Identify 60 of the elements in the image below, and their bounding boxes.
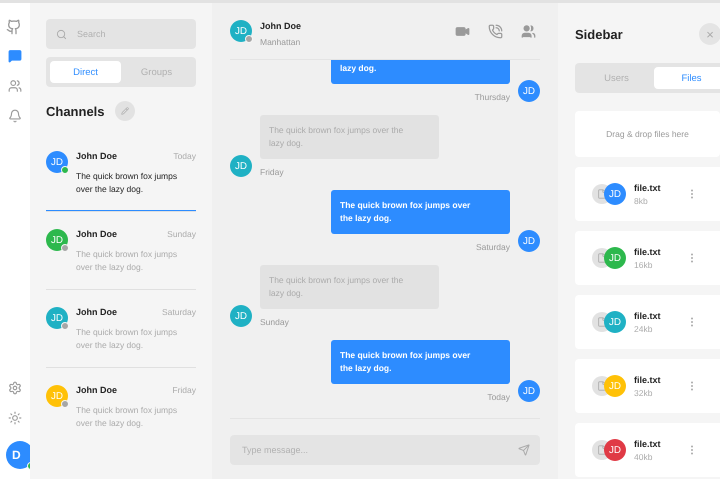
avatar: JD	[604, 183, 626, 205]
avatar: JD	[46, 385, 68, 407]
file-name: file.txt	[634, 374, 661, 384]
file-name: file.txt	[634, 310, 661, 320]
file-name: file.txt	[634, 182, 661, 192]
avatar: JD	[518, 230, 540, 252]
avatar: JD	[46, 151, 68, 173]
message-bubble: The quick brown fox jumps over the lazy dog.	[260, 265, 439, 309]
avatar: JD	[604, 375, 626, 397]
channel-item[interactable]: JD John Doe Today The quick brown fox jumps over the lazy dog.	[46, 133, 196, 211]
file-size: 16kb	[634, 260, 654, 270]
avatar: JD	[604, 247, 626, 269]
avatar: JD	[46, 229, 68, 251]
channel-item[interactable]: JD John Doe Sunday The quick brown fox jumps over the lazy dog.	[46, 211, 196, 289]
file-size: 24kb	[634, 324, 654, 334]
file-size: 32kb	[634, 388, 654, 398]
timestamp: Saturday	[476, 242, 510, 252]
contact-name: John Doe	[76, 229, 118, 239]
location: Manhattan	[260, 36, 302, 46]
file-name: file.txt	[634, 438, 661, 448]
avatar: JD	[230, 20, 252, 42]
file-size: 40kb	[634, 452, 654, 462]
message-bubble: lazy dog.	[331, 60, 510, 84]
channel-item[interactable]: JD John Doe Friday The quick brown fox jumps over the lazy dog.	[46, 367, 196, 445]
avatar: JD	[604, 439, 626, 461]
timestamp: Saturday	[162, 307, 196, 317]
avatar: JD	[230, 155, 252, 177]
avatar: JD	[230, 305, 252, 327]
timestamp: Friday	[260, 167, 284, 177]
contact-name: John Doe	[76, 385, 118, 395]
section-title: Channels	[46, 104, 105, 118]
contact-name: John Doe	[260, 20, 302, 30]
timestamp: Sunday	[260, 317, 289, 327]
timestamp: Friday	[172, 385, 196, 395]
message-preview: The quick brown fox jumps over the lazy dog.	[76, 404, 178, 430]
sidebar-title: Sidebar	[575, 26, 623, 42]
avatar: JD	[46, 307, 68, 329]
file-name: file.txt	[634, 246, 661, 256]
message-bubble: The quick brown fox jumps over the lazy dog.	[260, 115, 439, 159]
avatar: JD	[604, 311, 626, 333]
timestamp: Today	[487, 392, 510, 402]
contact-name: John Doe	[76, 307, 118, 317]
message-bubble: The quick brown fox jumps over the lazy dog.	[331, 340, 510, 384]
file-size: 8kb	[634, 196, 649, 206]
file-card[interactable]: JD file.txt 32kb	[575, 359, 720, 413]
contact-name: John Doe	[76, 151, 118, 161]
avatar: JD	[518, 380, 540, 402]
avatar: JD	[518, 80, 540, 102]
message-preview: The quick brown fox jumps over the lazy dog.	[76, 326, 178, 352]
timestamp: Thursday	[474, 92, 510, 102]
file-card[interactable]: JD file.txt 8kb	[575, 167, 720, 221]
timestamp: Sunday	[167, 229, 196, 239]
message-preview: The quick brown fox jumps over the lazy dog.	[76, 170, 178, 196]
file-card[interactable]: JD file.txt 40kb	[575, 423, 720, 477]
timestamp: Today	[173, 151, 196, 161]
message-bubble: The quick brown fox jumps over the lazy dog.	[331, 190, 510, 234]
channel-item[interactable]: JD John Doe Saturday The quick brown fox jumps over the lazy dog.	[46, 289, 196, 367]
file-card[interactable]: JD file.txt 16kb	[575, 231, 720, 285]
file-card[interactable]: JD file.txt 24kb	[575, 295, 720, 349]
message-preview: The quick brown fox jumps over the lazy dog.	[76, 248, 178, 274]
